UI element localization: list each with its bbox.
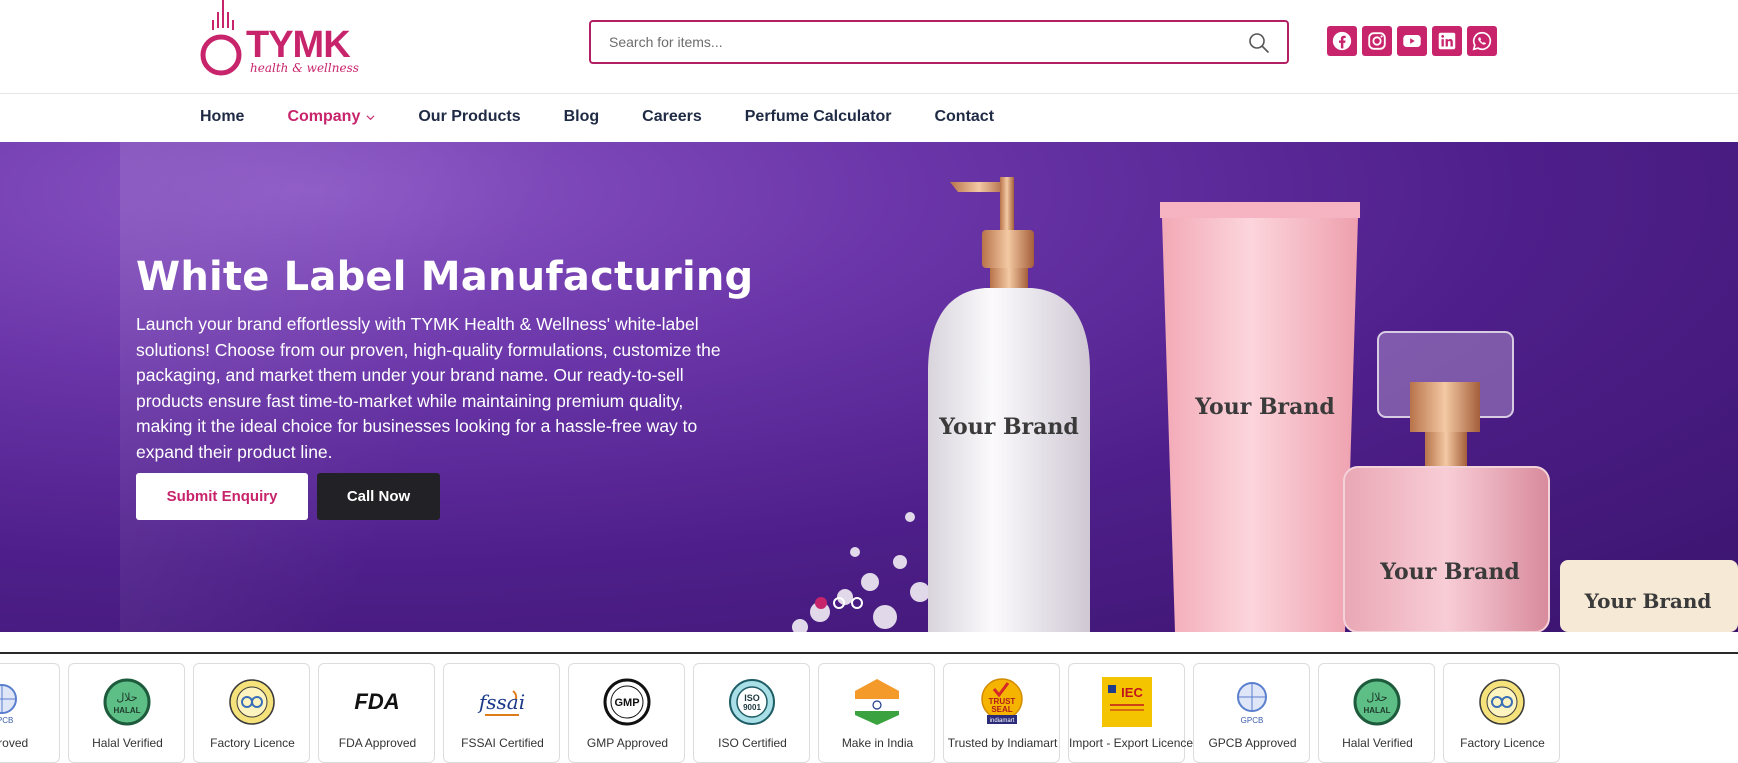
gmp-icon: GMP — [603, 678, 651, 726]
hero-slider: White Label Manufacturing Launch your br… — [0, 142, 1738, 632]
cert-label: Approved — [0, 736, 29, 750]
cert-card[interactable]: حلال HALAL Halal Verified — [68, 663, 185, 763]
fssai-icon: fssai — [477, 690, 525, 716]
trust-seal-icon: TRUSTSEALindiamart — [981, 678, 1023, 724]
svg-text:fssai: fssai — [477, 690, 525, 714]
cert-card[interactable]: GPCB GPCB Approved — [1193, 663, 1310, 763]
nav-item-perfume-calculator[interactable]: Perfume Calculator — [745, 108, 892, 126]
cert-label: Factory Licence — [1460, 736, 1545, 750]
svg-text:IEC: IEC — [1121, 685, 1143, 700]
nav-item-careers[interactable]: Careers — [642, 108, 702, 126]
cert-card[interactable]: FDA FDA Approved — [318, 663, 435, 763]
svg-text:حلال: حلال — [116, 691, 137, 704]
gpcb-icon: GPCB — [0, 684, 17, 725]
hero-product-image: Your Brand Your Brand Your Brand Your Br… — [792, 177, 1738, 632]
hero-title: White Label Manufacturing — [136, 254, 754, 300]
svg-text:حلال: حلال — [1366, 691, 1387, 704]
section-divider — [0, 652, 1738, 654]
cert-label: GMP Approved — [586, 736, 669, 750]
cert-card[interactable]: Factory Licence — [1443, 663, 1560, 763]
svg-text:GPCB: GPCB — [1241, 716, 1264, 725]
logo-tagline: health & wellness — [250, 61, 359, 75]
svg-text:indiamart: indiamart — [990, 718, 1015, 724]
nav-item-contact[interactable]: Contact — [934, 108, 994, 126]
slider-dot-1[interactable] — [815, 597, 827, 609]
iso-icon: ISO9001 — [729, 679, 775, 725]
search-icon[interactable] — [1247, 31, 1271, 55]
halal-icon: حلال HALAL — [1353, 678, 1401, 726]
cert-label: Import - Export Licence — [1069, 736, 1194, 750]
cert-card[interactable]: GPCB Approved — [0, 663, 60, 763]
cert-card[interactable]: TRUST SEAL indiamart Trusted by Indiamart — [943, 663, 1060, 763]
brand-logo[interactable]: TYMK health & wellness — [200, 0, 359, 80]
iec-icon: IEC — [1102, 677, 1152, 727]
cert-card[interactable]: حلال HALAL Halal Verified — [1318, 663, 1435, 763]
nav-item-blog[interactable]: Blog — [564, 108, 600, 126]
tube-label-text: Your Brand — [1194, 394, 1335, 420]
svg-text:ISO: ISO — [744, 693, 760, 703]
cert-label: Halal Verified — [1342, 736, 1413, 750]
factory-licence-icon — [1479, 679, 1525, 725]
hero-description: Launch your brand effortlessly with TYMK… — [136, 314, 721, 462]
cert-label: ISO Certified — [718, 736, 787, 750]
linkedin-icon[interactable] — [1432, 26, 1462, 56]
whatsapp-icon[interactable] — [1467, 26, 1497, 56]
perfume-label-text: Your Brand — [1379, 559, 1520, 585]
cert-card[interactable]: ISO 9001 ISO Certified — [693, 663, 810, 763]
svg-text:SEAL: SEAL — [991, 705, 1012, 714]
india-flag-icon — [855, 679, 899, 725]
search-box — [589, 20, 1289, 64]
cert-card[interactable]: fssai FSSAI Certified — [443, 663, 560, 763]
cert-label: Trusted by Indiamart — [947, 736, 1058, 750]
cert-label: FDA Approved — [338, 736, 417, 750]
cert-card[interactable]: IEC Import - Export Licence — [1068, 663, 1194, 763]
soap-label-text: Your Brand — [1584, 589, 1712, 613]
youtube-icon[interactable] — [1397, 26, 1427, 56]
svg-text:FDA: FDA — [354, 689, 399, 714]
chevron-down-icon — [366, 114, 375, 120]
factory-licence-icon — [229, 679, 275, 725]
cert-card[interactable]: Make in India — [818, 663, 935, 763]
certification-strip: GPCB Approved حلال HALAL Halal Verified F… — [0, 663, 1560, 763]
svg-text:GPCB: GPCB — [0, 716, 13, 725]
submit-enquiry-button[interactable]: Submit Enquiry — [136, 473, 308, 520]
nav-item-company[interactable]: Company — [287, 108, 375, 126]
facebook-icon[interactable] — [1327, 26, 1357, 56]
cert-label: FSSAI Certified — [461, 736, 544, 750]
slider-dot-3[interactable] — [851, 597, 863, 609]
cert-label: Factory Licence — [210, 736, 295, 750]
slider-dot-2[interactable] — [833, 597, 845, 609]
call-now-button[interactable]: Call Now — [317, 473, 440, 520]
site-header: TYMK health & wellness — [0, 0, 1738, 94]
cert-label: Halal Verified — [92, 736, 163, 750]
nav-item-our-products[interactable]: Our Products — [418, 108, 520, 126]
svg-text:HALAL: HALAL — [1363, 706, 1390, 715]
main-nav: Home Company Our Products Blog Careers P… — [0, 95, 1738, 142]
cert-label: GPCB Approved — [1208, 736, 1297, 750]
bottle-label-text: Your Brand — [938, 414, 1079, 440]
cert-card[interactable]: GMP GMP Approved — [568, 663, 685, 763]
nav-item-company-label: Company — [287, 108, 361, 125]
social-links — [1327, 26, 1497, 56]
svg-text:GMP: GMP — [614, 697, 639, 709]
search-input[interactable] — [609, 31, 1209, 53]
cert-card[interactable]: Factory Licence — [193, 663, 310, 763]
gpcb-icon: GPCB — [1237, 682, 1267, 725]
logo-tower-icon — [200, 0, 242, 76]
fda-icon: FDA — [354, 689, 399, 714]
instagram-icon[interactable] — [1362, 26, 1392, 56]
svg-text:HALAL: HALAL — [113, 706, 140, 715]
slider-pagination — [815, 597, 863, 609]
svg-text:9001: 9001 — [743, 703, 761, 712]
nav-item-home[interactable]: Home — [200, 108, 244, 126]
cert-label: Make in India — [841, 736, 914, 750]
halal-icon: حلال HALAL — [103, 678, 151, 726]
